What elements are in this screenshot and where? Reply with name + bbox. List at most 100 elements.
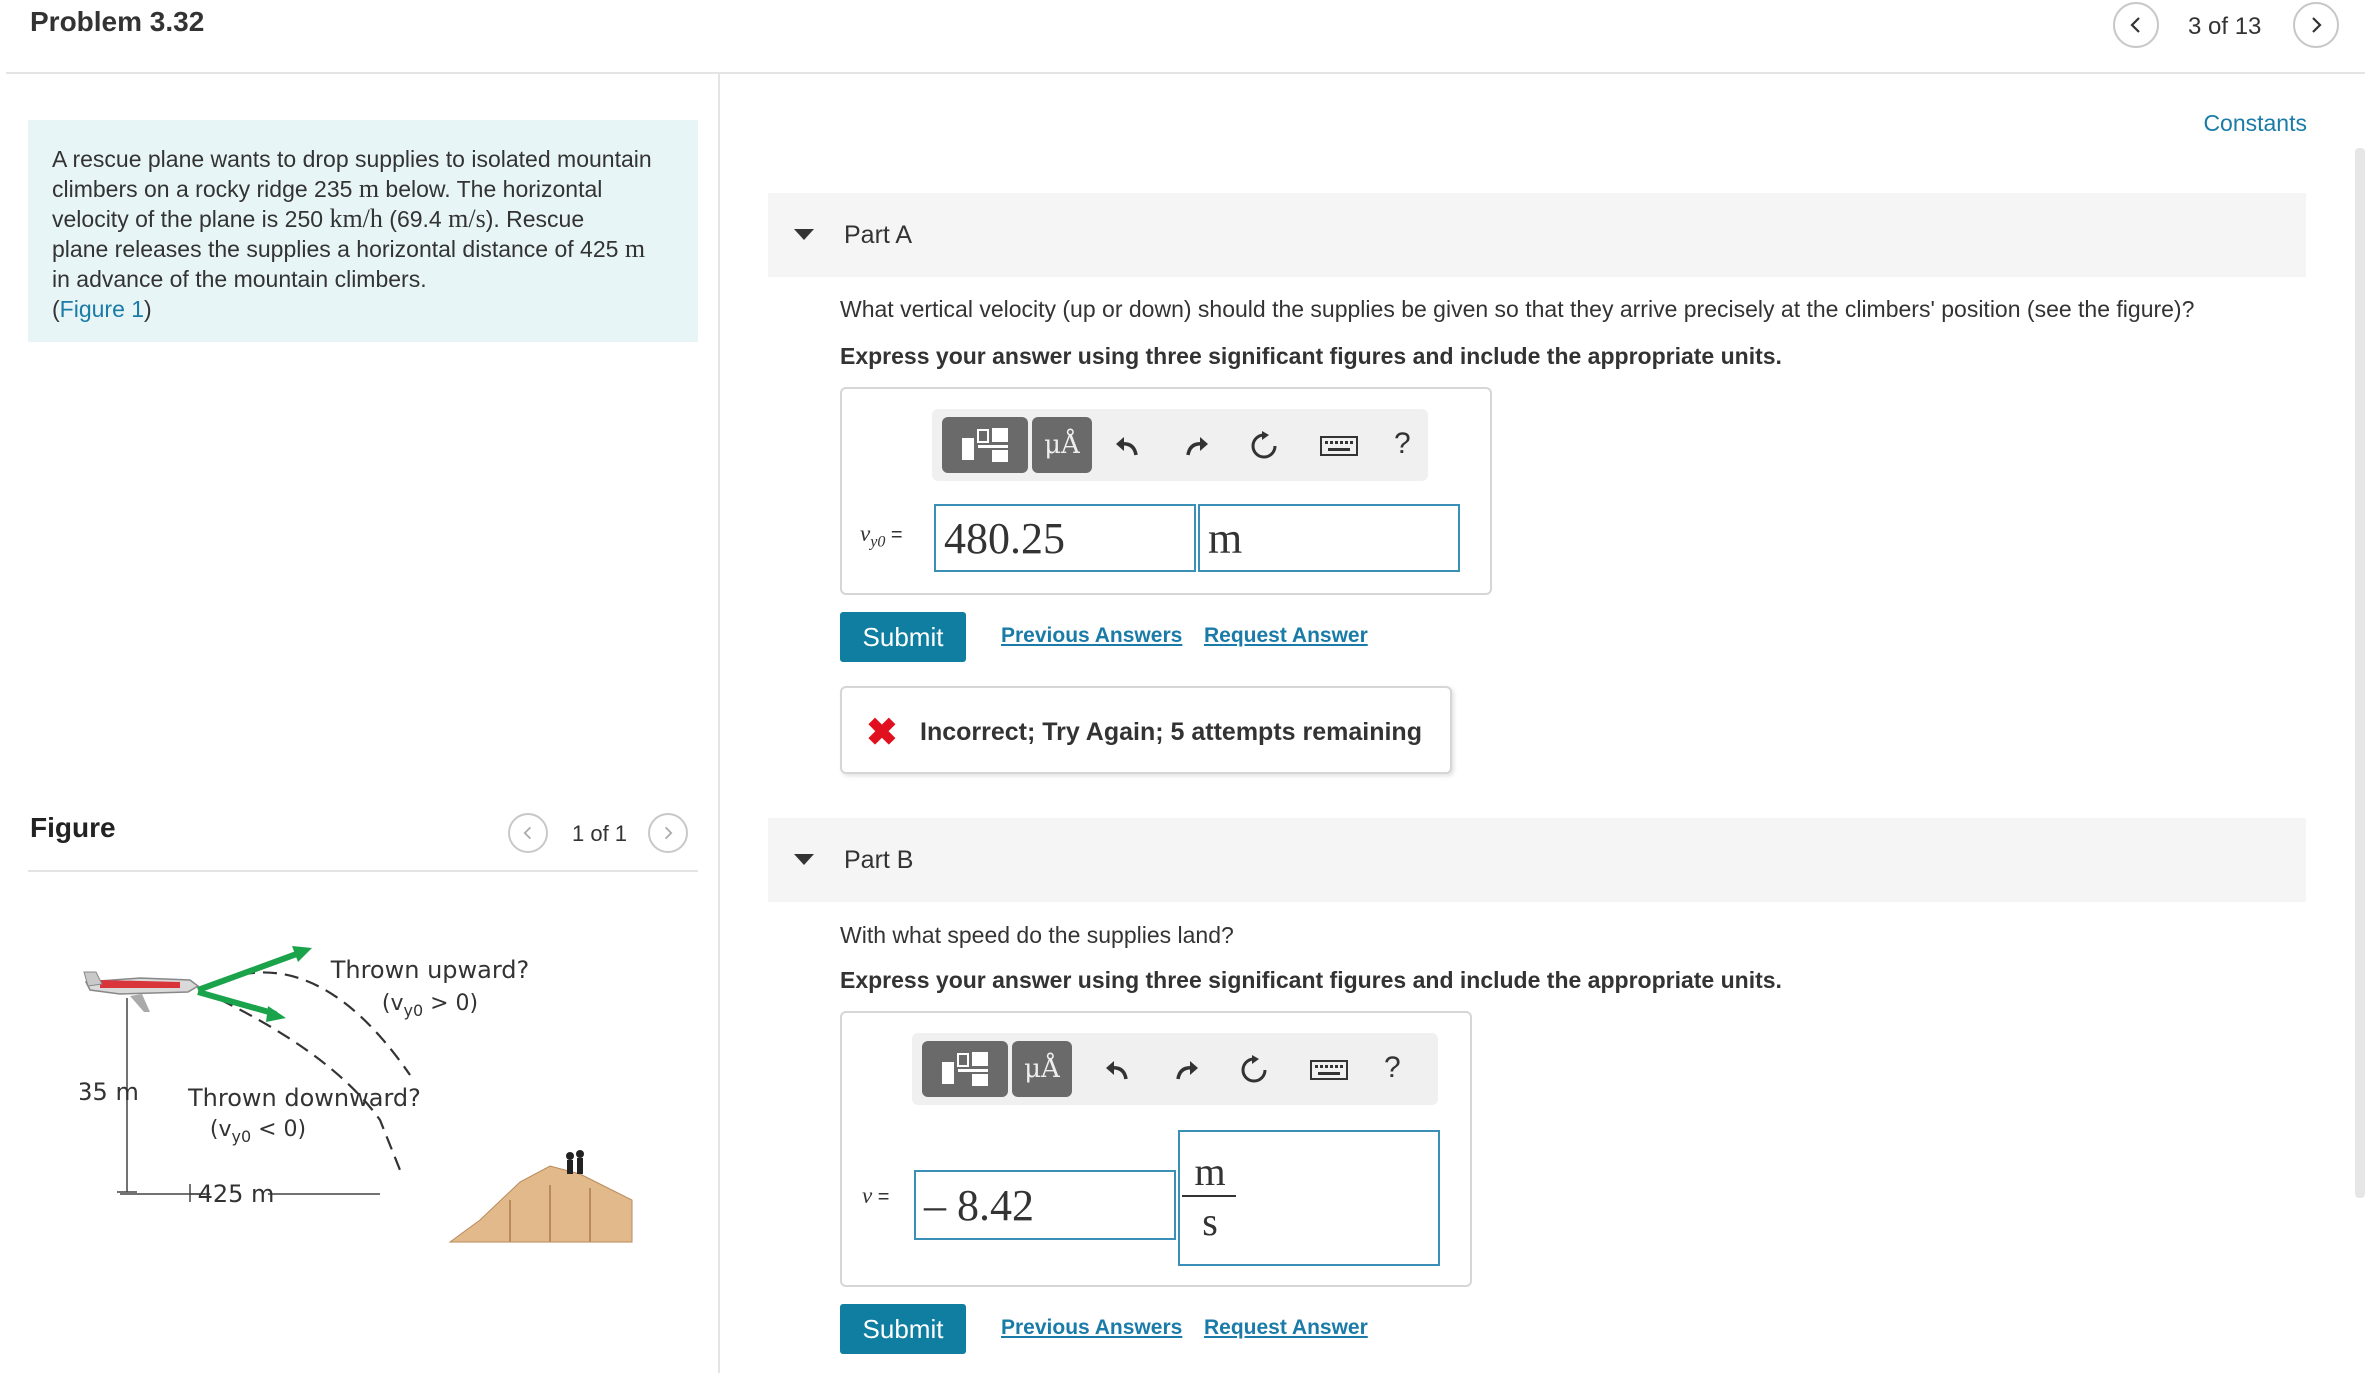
intro-text: in advance of the mountain climbers. [52,266,427,292]
feedback-message: Incorrect; Try Again; 5 attempts remaini… [920,718,1422,746]
thrown-downward-label: Thrown downward? [187,1084,421,1112]
plane-icon [83,971,200,1012]
paren: ( [52,296,60,322]
scrollbar[interactable] [2355,148,2365,1198]
unit-text: m [358,174,380,203]
part-b-header[interactable]: Part B [768,818,2306,902]
part-b-request-answer-link[interactable]: Request Answer [1204,1316,1368,1340]
part-a-previous-answers-link[interactable]: Previous Answers [1001,624,1182,648]
intro-text: climbers on a rocky ridge 235 [52,176,359,202]
units-button[interactable]: μÅ [1032,417,1092,473]
templates-button[interactable] [942,417,1028,473]
part-b-answer-box: μÅ ? v = – 8.42 m s [840,1011,1472,1287]
problem-pager: 3 of 13 [2188,13,2262,40]
part-a-math-toolbar: μÅ ? [932,409,1428,481]
paren: ) [144,296,152,322]
undo-icon[interactable] [1102,1055,1132,1085]
intro-line: A rescue plane wants to drop supplies to… [52,144,674,174]
intro-line: climbers on a rocky ridge 235 m below. T… [52,174,674,204]
unit-text: m/s [448,204,486,233]
figure-pager: 1 of 1 [572,821,628,846]
figure-header: Figure 1 of 1 [28,808,698,872]
upward-velocity-arrow [196,949,304,993]
templates-button[interactable] [922,1041,1008,1097]
thrown-upward-label: Thrown upward? [330,956,530,984]
reset-icon[interactable] [1239,1055,1269,1085]
next-figure-button[interactable] [648,813,688,853]
undo-icon[interactable] [1112,431,1142,461]
collapse-triangle-icon [794,854,814,865]
reset-icon[interactable] [1249,431,1279,461]
intro-line: plane releases the supplies a horizontal… [52,234,674,264]
part-b-previous-answers-link[interactable]: Previous Answers [1001,1316,1182,1340]
keyboard-icon[interactable] [1310,1055,1348,1085]
help-button[interactable]: ? [1384,1051,1401,1085]
part-b-label: Part B [844,846,914,874]
figure-divider [28,870,698,872]
downward-velocity-arrow [197,989,277,1017]
incorrect-x-icon: ✖ [866,712,898,754]
templates-icon [962,428,1008,462]
part-a-instruction: Express your answer using three signific… [840,343,1782,369]
help-button[interactable]: ? [1394,427,1411,461]
part-a-feedback: ✖ Incorrect; Try Again; 5 attempts remai… [840,686,1452,774]
intro-line: (Figure 1) [52,294,674,324]
problem-intro: A rescue plane wants to drop supplies to… [28,120,698,342]
part-a-label: Part A [844,221,913,249]
chevron-right-icon [664,826,673,840]
thrown-upward-condition: (vy0 > 0) [382,991,478,1020]
part-b-unit-input[interactable]: m s [1178,1130,1440,1266]
intro-text: (69.4 [382,206,449,232]
unit-numerator: m [1194,1149,1226,1194]
upward-trajectory [199,971,411,1076]
intro-text: A rescue plane wants to drop supplies to… [52,146,652,172]
unit-text: km/h [329,204,383,233]
part-a-submit-button[interactable]: Submit [840,612,966,662]
projectile-figure: Thrown upward? (vy0 > 0) 235 m Thrown do… [80,946,633,1243]
thrown-downward-condition: (vy0 < 0) [210,1117,306,1146]
collapse-triangle-icon [794,229,814,240]
redo-icon[interactable] [1172,1055,1202,1085]
distance-label: 425 m [198,1180,275,1208]
height-label: 235 m [80,1078,139,1106]
figure-title: Figure [30,812,116,843]
constants-link[interactable]: Constants [2203,110,2307,137]
keyboard-icon[interactable] [1320,431,1358,461]
part-b-instruction: Express your answer using three signific… [840,967,1782,993]
next-problem-button[interactable] [2293,2,2339,48]
part-b-submit-button[interactable]: Submit [840,1304,966,1354]
figure-link[interactable]: Figure 1 [60,296,144,322]
mountain-ridge [448,1165,633,1243]
chevron-right-icon [2312,17,2322,33]
header-divider [6,72,2365,74]
part-b-question: With what speed do the supplies land? [840,922,1234,948]
part-a-question: What vertical velocity (up or down) shou… [840,296,2195,322]
intro-text: below. The horizontal [379,176,603,202]
redo-icon[interactable] [1182,431,1212,461]
part-a-header[interactable]: Part A [768,193,2306,277]
unit-denominator: s [1202,1199,1218,1244]
previous-figure-button[interactable] [508,813,548,853]
units-button[interactable]: μÅ [1012,1041,1072,1097]
part-a-value-input[interactable]: 480.25 [934,504,1196,572]
part-a-request-answer-link[interactable]: Request Answer [1204,624,1368,648]
pane-divider [718,74,720,1373]
templates-icon [942,1052,988,1086]
part-a-variable-label: vy0 = [860,521,903,551]
intro-text: ). Rescue [485,206,585,232]
part-a-unit-input[interactable]: m [1198,504,1460,572]
header: Problem 3.32 3 of 13 [0,0,2365,74]
part-b-variable-label: v = [862,1183,890,1208]
part-a-answer-box: μÅ ? vy0 = 480.25 m [840,387,1492,595]
downward-trajectory [199,989,402,1171]
chevron-left-icon [523,826,532,840]
intro-text: plane releases the supplies a horizontal… [52,236,625,262]
previous-problem-button[interactable] [2113,2,2159,48]
intro-line: in advance of the mountain climbers. [52,264,674,294]
unit-text: m [624,234,646,263]
intro-text: velocity of the plane is 250 [52,206,330,232]
part-b-value-input[interactable]: – 8.42 [914,1170,1176,1240]
part-b-math-toolbar: μÅ ? [912,1033,1438,1105]
problem-title: Problem 3.32 [30,6,205,37]
chevron-left-icon [2130,17,2140,33]
